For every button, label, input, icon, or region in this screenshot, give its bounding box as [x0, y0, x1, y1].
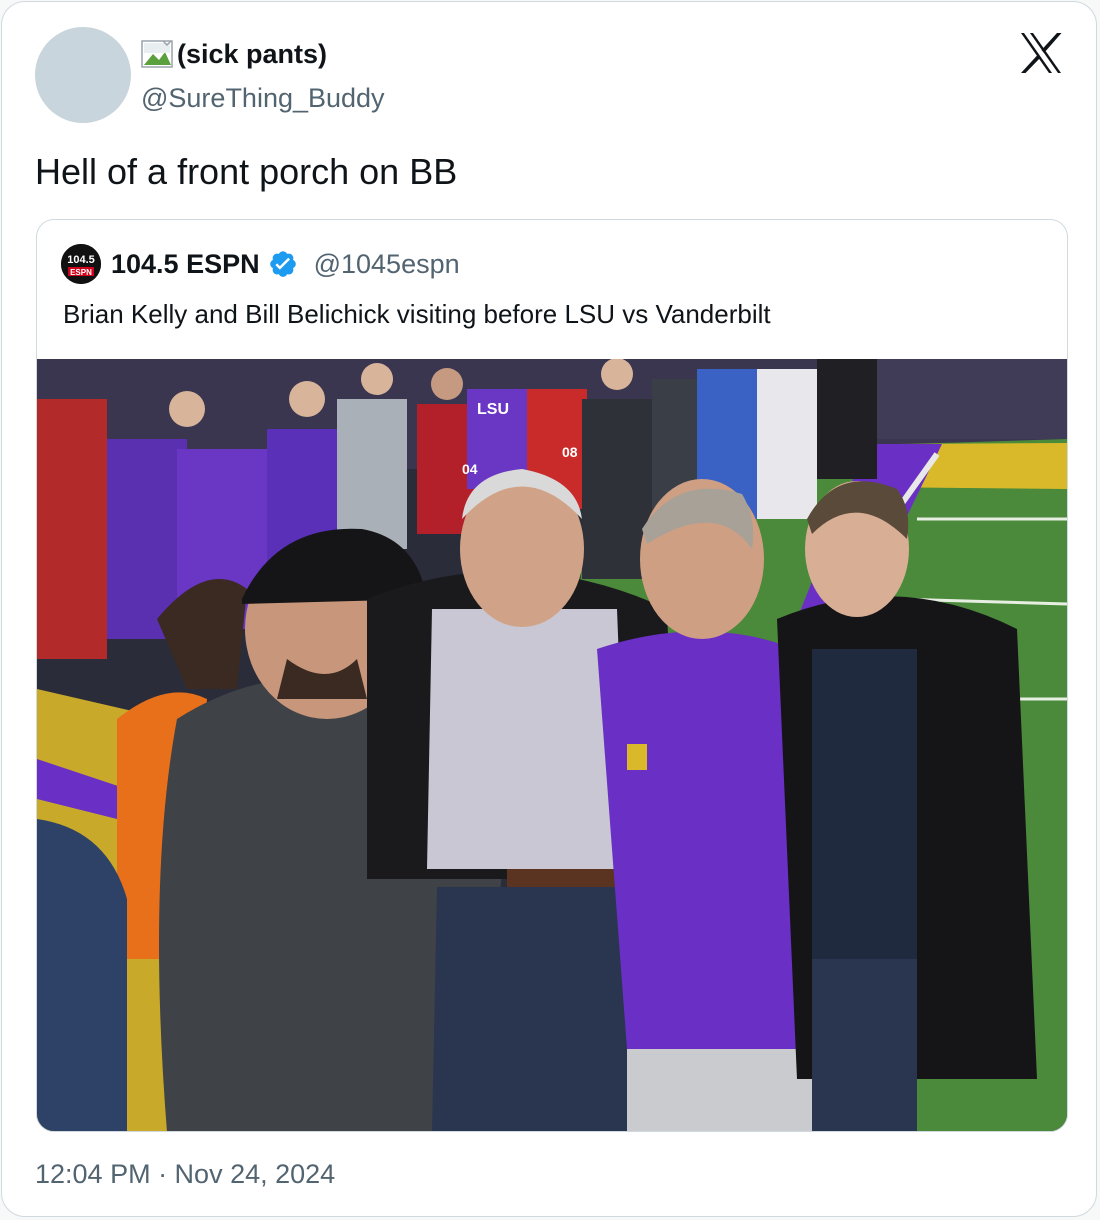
name-row: (sick pants) — [141, 38, 327, 70]
user-handle[interactable]: @SureThing_Buddy — [141, 82, 385, 114]
broken-image-icon — [141, 39, 175, 69]
jersey-text-1: 04 — [462, 461, 478, 477]
quoted-text: Brian Kelly and Bill Belichick visiting … — [63, 299, 771, 329]
quoted-handle[interactable]: @1045espn — [314, 248, 460, 280]
jersey-text-2: 08 — [562, 444, 578, 460]
quoted-avatar-subtext: ESPN — [70, 268, 92, 277]
tweet-card[interactable]: (sick pants) @SureThing_Buddy Hell of a … — [1, 1, 1097, 1217]
user-avatar[interactable] — [35, 27, 131, 123]
quoted-photo[interactable]: LSU 04 08 — [37, 359, 1067, 1132]
timestamp[interactable]: 12:04 PM · Nov 24, 2024 — [35, 1158, 335, 1190]
quoted-display-name[interactable]: 104.5 ESPN — [111, 248, 260, 280]
quoted-avatar[interactable]: 104.5 ESPN — [61, 244, 101, 284]
quoted-tweet[interactable]: 104.5 ESPN 104.5 ESPN @1045espn Brian Ke… — [36, 219, 1068, 1132]
quoted-header: 104.5 ESPN @1045espn — [111, 248, 460, 280]
tweet-text: Hell of a front porch on BB — [35, 151, 458, 192]
quoted-avatar-text: 104.5 — [67, 254, 95, 266]
x-logo-icon[interactable] — [1019, 32, 1063, 74]
verified-badge-icon — [268, 249, 298, 279]
banner-text: LSU — [477, 401, 509, 418]
display-name[interactable]: (sick pants) — [177, 38, 327, 70]
